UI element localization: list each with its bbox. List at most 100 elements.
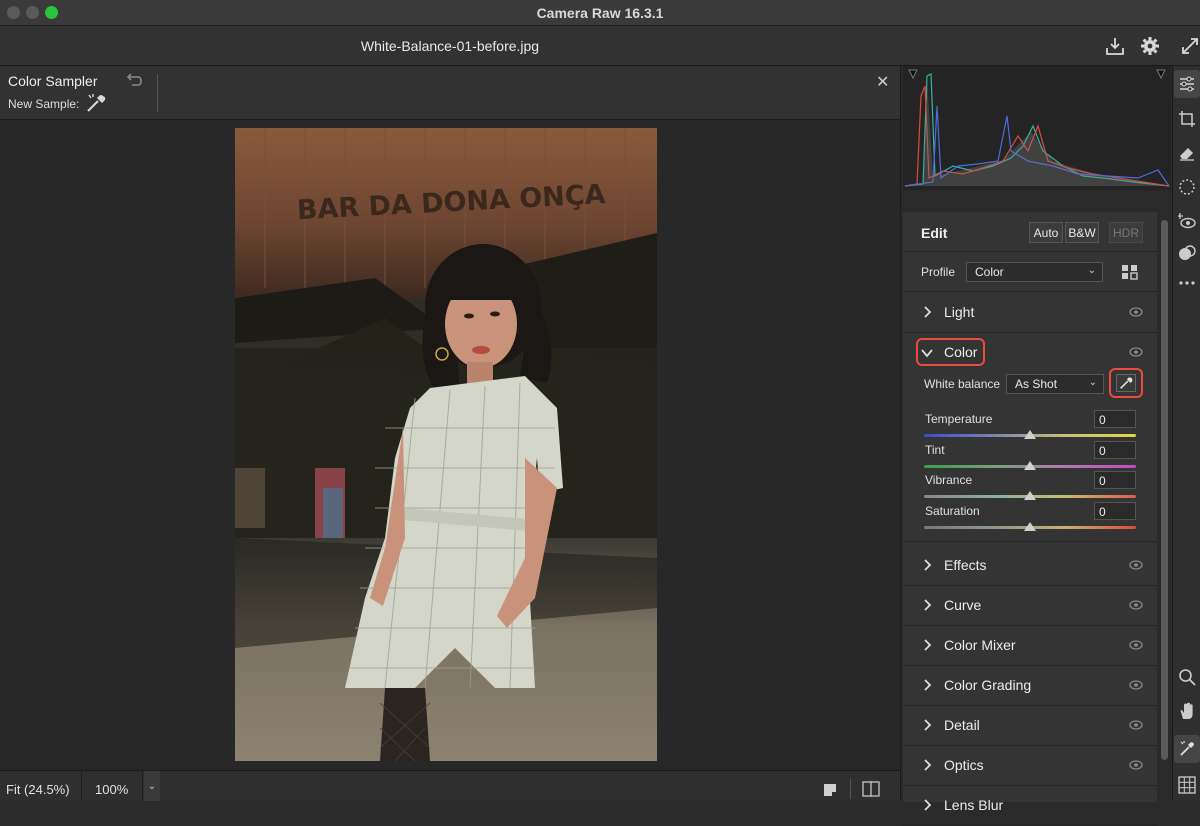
eye-icon[interactable] — [1129, 600, 1143, 610]
profile-row: Profile Color ⌄ — [903, 252, 1157, 292]
section-color-mixer[interactable]: Color Mixer — [903, 626, 1157, 666]
new-sample-label: New Sample: — [8, 97, 80, 111]
section-detail[interactable]: Detail — [903, 706, 1157, 746]
slider-thumb[interactable] — [1024, 491, 1036, 500]
section-color-grading[interactable]: Color Grading — [903, 666, 1157, 706]
section-label: Detail — [944, 717, 980, 733]
scrollbar-thumb[interactable] — [1161, 220, 1168, 760]
zoom-100-button[interactable]: 100% — [83, 771, 143, 801]
profile-label: Profile — [921, 265, 956, 279]
zoom-icon[interactable] — [1178, 668, 1196, 686]
slider-label: Vibrance — [925, 473, 973, 487]
temperature-value-field[interactable]: 0 — [1094, 410, 1136, 428]
crop-icon[interactable] — [1178, 110, 1196, 128]
toolbar-divider — [157, 74, 158, 112]
red-eye-icon[interactable] — [1178, 212, 1196, 230]
chevron-right-icon — [924, 306, 932, 318]
section-label: Curve — [944, 597, 982, 613]
close-icon[interactable]: ✕ — [876, 72, 889, 92]
slider-label: Tint — [925, 443, 945, 457]
tool-strip — [1172, 66, 1200, 800]
profile-browser-icon[interactable] — [1121, 264, 1139, 280]
slider-thumb[interactable] — [1024, 522, 1036, 531]
vibrance-slider[interactable]: Vibrance 0 — [924, 471, 1138, 503]
edit-tool-icon[interactable] — [1178, 75, 1196, 93]
section-label: Effects — [944, 557, 987, 573]
section-color: Color White balance As Shot ⌄ Temperatur… — [903, 333, 1157, 542]
eye-icon[interactable] — [1129, 720, 1143, 730]
chevron-right-icon — [924, 719, 932, 731]
white-balance-eyedropper-icon[interactable] — [1116, 374, 1136, 392]
slider-label: Saturation — [925, 504, 980, 518]
slider-thumb[interactable] — [1024, 461, 1036, 470]
gear-icon[interactable] — [1139, 35, 1161, 57]
window-title: Camera Raw 16.3.1 — [536, 5, 664, 21]
chevron-down-icon[interactable] — [921, 346, 933, 360]
profile-value: Color — [975, 265, 1004, 279]
chevron-right-icon — [924, 799, 932, 811]
right-panel: Edit Auto B&W HDR Profile Color ⌄ Light — [900, 66, 1172, 826]
section-light[interactable]: Light — [903, 293, 1157, 333]
bw-button[interactable]: B&W — [1065, 222, 1099, 243]
chevron-right-icon — [924, 559, 932, 571]
section-lens-blur[interactable]: Lens Blur — [903, 786, 1157, 826]
eye-icon[interactable] — [1129, 347, 1143, 357]
more-icon[interactable] — [1178, 274, 1196, 292]
before-after-icon[interactable] — [862, 781, 880, 797]
tool-title: Color Sampler — [8, 73, 98, 89]
chevron-right-icon — [924, 599, 932, 611]
eye-icon[interactable] — [1129, 560, 1143, 570]
temperature-slider[interactable]: Temperature 0 — [924, 410, 1138, 442]
section-label: Color Mixer — [944, 637, 1016, 653]
masking-icon[interactable] — [1178, 178, 1196, 196]
eye-icon[interactable] — [1129, 640, 1143, 650]
hand-icon[interactable] — [1178, 702, 1196, 720]
grid-icon[interactable] — [1178, 776, 1196, 794]
view-single-icon[interactable] — [823, 783, 837, 797]
panel-scrollbar[interactable] — [1159, 212, 1169, 802]
profile-select[interactable]: Color ⌄ — [966, 262, 1103, 282]
view-divider — [850, 779, 851, 799]
expand-icon[interactable] — [1179, 35, 1200, 57]
chevron-down-icon: ⌄ — [1087, 265, 1096, 276]
slider-thumb[interactable] — [1024, 430, 1036, 439]
edit-panel: Edit Auto B&W HDR Profile Color ⌄ Light — [903, 212, 1157, 826]
edit-header: Edit Auto B&W HDR — [903, 212, 1157, 252]
save-icon[interactable] — [1104, 35, 1126, 57]
hdr-button[interactable]: HDR — [1109, 222, 1143, 243]
section-label[interactable]: Color — [944, 344, 977, 360]
color-sampler-icon[interactable] — [84, 92, 108, 114]
zoom-fit-button[interactable]: Fit (24.5%) — [0, 771, 82, 801]
white-balance-label: White balance — [924, 377, 1001, 391]
section-label: Color Grading — [944, 677, 1032, 693]
status-bar: Fit (24.5%) 100% ⌄ — [0, 770, 900, 801]
file-name: White-Balance-01-before.jpg — [360, 38, 540, 54]
presets-icon[interactable] — [1178, 244, 1196, 262]
chevron-down-icon[interactable]: ⌄ — [144, 771, 160, 801]
eraser-icon[interactable] — [1178, 144, 1196, 162]
white-balance-select[interactable]: As Shot ⌄ — [1006, 374, 1104, 394]
title-bar: Camera Raw 16.3.1 — [0, 0, 1200, 26]
eye-icon[interactable] — [1129, 760, 1143, 770]
saturation-value-field[interactable]: 0 — [1094, 502, 1136, 520]
photo-preview[interactable]: BAR DA DONA ONÇA — [235, 128, 657, 761]
histogram — [903, 66, 1171, 190]
eye-icon[interactable] — [1129, 680, 1143, 690]
image-canvas[interactable]: BAR DA DONA ONÇA — [0, 120, 900, 770]
section-optics[interactable]: Optics — [903, 746, 1157, 786]
white-balance-picker-highlight — [1109, 368, 1143, 398]
undo-icon[interactable] — [124, 72, 144, 88]
saturation-slider[interactable]: Saturation 0 — [924, 502, 1138, 534]
sampler-tool-icon[interactable] — [1178, 740, 1196, 758]
vibrance-value-field[interactable]: 0 — [1094, 471, 1136, 489]
eye-icon[interactable] — [1129, 307, 1143, 317]
auto-button[interactable]: Auto — [1029, 222, 1063, 243]
chevron-right-icon — [924, 679, 932, 691]
edit-title: Edit — [921, 225, 948, 241]
tint-slider[interactable]: Tint 0 — [924, 441, 1138, 473]
section-effects[interactable]: Effects — [903, 546, 1157, 586]
chevron-right-icon — [924, 759, 932, 771]
section-curve[interactable]: Curve — [903, 586, 1157, 626]
tint-value-field[interactable]: 0 — [1094, 441, 1136, 459]
tool-options-bar: Color Sampler New Sample: ✕ — [0, 66, 900, 120]
